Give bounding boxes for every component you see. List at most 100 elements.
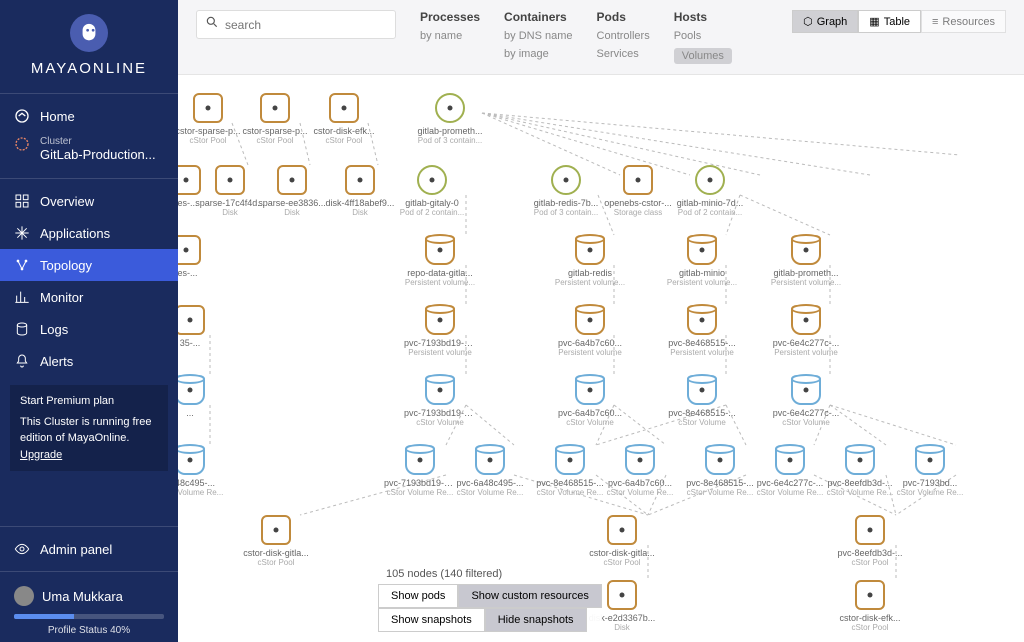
topology-node[interactable]: gitlab-prometh...Persistent volume... bbox=[770, 235, 842, 287]
filter-sub[interactable]: by name bbox=[420, 30, 480, 42]
node-subtype: Persistent volume bbox=[770, 348, 842, 357]
node-label: pvc-6e4c277c-... bbox=[770, 338, 842, 348]
nav-overview[interactable]: Overview bbox=[0, 185, 178, 217]
topology-node[interactable]: gitlab-gitaly-0Pod of 2 contain... bbox=[396, 165, 468, 217]
filter-sub[interactable]: by DNS name bbox=[504, 30, 572, 42]
topology-node[interactable]: res-... bbox=[178, 235, 222, 278]
logs-icon bbox=[14, 321, 30, 337]
topology-node[interactable]: pvc-6e4c277c-...Persistent volume bbox=[770, 305, 842, 357]
topology-node[interactable]: repo-data-gitla...Persistent volume... bbox=[404, 235, 476, 287]
topology-node[interactable]: gitlab-prometh...Pod of 3 contain... bbox=[414, 93, 486, 145]
node-subtype: Disk bbox=[324, 208, 396, 217]
filter-head[interactable]: Containers bbox=[504, 10, 572, 24]
topology-node[interactable]: pvc-8e468515-...cStor Volume Re... bbox=[684, 445, 756, 497]
nav-applications[interactable]: Applications bbox=[0, 217, 178, 249]
topology-node[interactable]: ... bbox=[178, 375, 226, 418]
topology-canvas[interactable]: cstor-sparse-p...cStor Poolcstor-sparse-… bbox=[178, 75, 1024, 642]
filter-head[interactable]: Pods bbox=[597, 10, 650, 24]
topology-node[interactable]: pvc-6a4b7c60...Persistent volume bbox=[554, 305, 626, 357]
topology-node[interactable]: gitlab-minio-7d...Pod of 2 contain... bbox=[674, 165, 746, 217]
topology-node[interactable]: pvc-6a48c495-...cStor Volume Re... bbox=[454, 445, 526, 497]
topology-node[interactable]: pvc-8e468515-...Persistent volume bbox=[666, 305, 738, 357]
topology-node[interactable]: pvc-6e4c277c-...cStor Volume bbox=[770, 375, 842, 427]
topology-node[interactable]: pvc-6e4c277c-...cStor Volume Re... bbox=[754, 445, 826, 497]
overview-icon bbox=[14, 193, 30, 209]
node-subtype: Pod of 3 contain... bbox=[530, 208, 602, 217]
topology-node[interactable]: pvc-7193bd19-3...Persistent volume bbox=[404, 305, 476, 357]
node-label: pvc-7193bd19-3... bbox=[384, 478, 456, 488]
topology-node[interactable]: gitlab-redisPersistent volume... bbox=[554, 235, 626, 287]
topology-node[interactable]: cstor-disk-gitla...cStor Pool bbox=[240, 515, 312, 567]
node-label: pvc-6e4c277c-... bbox=[770, 408, 842, 418]
topology-node[interactable]: pvc-8e468515-...cStor Volume bbox=[666, 375, 738, 427]
topology-node[interactable]: 6e48c495-...cStor Volume Re... bbox=[178, 445, 226, 497]
topology-node[interactable]: openebs-cstor-...Storage class bbox=[602, 165, 674, 217]
nav-alerts[interactable]: Alerts bbox=[0, 345, 178, 377]
node-label: cstor-sparse-p... bbox=[239, 126, 311, 136]
filter-head[interactable]: Processes bbox=[420, 10, 480, 24]
admin-panel-link[interactable]: Admin panel bbox=[0, 533, 178, 565]
view-toggle: ⬡Graph ▦Table ≡Resources bbox=[792, 10, 1006, 33]
filter-col-processes: Processes by name bbox=[420, 10, 480, 64]
filter-sub[interactable]: Volumes bbox=[674, 48, 732, 64]
upgrade-link[interactable]: Upgrade bbox=[20, 449, 62, 461]
nav-label: Overview bbox=[40, 194, 94, 209]
filter-sub[interactable]: Services bbox=[597, 48, 650, 60]
topology-node[interactable]: cstor-disk-efk...cStor Pool bbox=[308, 93, 380, 145]
node-subtype: cStor Volume Re... bbox=[534, 488, 606, 497]
node-label: repo-data-gitla... bbox=[404, 268, 476, 278]
topology-node[interactable]: pvc-8eefdb3d-...cStor Volume Re... bbox=[824, 445, 896, 497]
node-subtype: cStor Pool bbox=[834, 623, 906, 632]
topology-node[interactable]: cstor-sparse-p...cStor Pool bbox=[178, 93, 244, 145]
node-subtype: cStor Volume Re... bbox=[604, 488, 676, 497]
topology-node[interactable]: disk-4ff18abef9...Disk bbox=[324, 165, 396, 217]
node-label: pvc-7193bd19-3... bbox=[404, 408, 476, 418]
show-snapshots-button[interactable]: Show snapshots bbox=[378, 608, 485, 632]
topology-node[interactable]: pvc-6a4b7c60...cStor Volume bbox=[554, 375, 626, 427]
filter-sub[interactable]: Pools bbox=[674, 30, 732, 42]
topology-node[interactable]: gitlab-minioPersistent volume... bbox=[666, 235, 738, 287]
topology-node[interactable]: sparse-ee3836...Disk bbox=[256, 165, 328, 217]
applications-icon bbox=[14, 225, 30, 241]
filter-sub[interactable]: by image bbox=[504, 48, 572, 60]
nav-home[interactable]: Home bbox=[0, 100, 178, 132]
topology-node[interactable]: pvc-6a4b7c60...cStor Volume Re... bbox=[604, 445, 676, 497]
node-label: pvc-6e4c277c-... bbox=[754, 478, 826, 488]
hide-snapshots-button[interactable]: Hide snapshots bbox=[485, 608, 587, 632]
nav-topology[interactable]: Topology bbox=[0, 249, 178, 281]
logo-area: MAYAONLINE bbox=[0, 0, 178, 87]
topology-node[interactable]: 35-... bbox=[178, 305, 226, 348]
topology-node[interactable]: cstor-disk-gitla...cStor Pool bbox=[586, 515, 658, 567]
user-row[interactable]: Uma Mukkara bbox=[0, 578, 178, 614]
topology-node[interactable]: pvc-7193bd19-3...cStor Volume Re... bbox=[384, 445, 456, 497]
show-pods-button[interactable]: Show pods bbox=[378, 584, 458, 608]
view-table-button[interactable]: ▦Table bbox=[858, 10, 921, 33]
topology-node[interactable]: pvc-7193bd19-3...cStor Volume bbox=[404, 375, 476, 427]
search-input[interactable] bbox=[225, 18, 387, 32]
profile-status: Profile Status 40% bbox=[0, 625, 178, 642]
search-box[interactable] bbox=[196, 10, 396, 39]
cluster-label: Cluster bbox=[40, 136, 156, 147]
topology-icon bbox=[14, 257, 30, 273]
topology-node[interactable]: pvc-8eefdb3d-...cStor Pool bbox=[834, 515, 906, 567]
show-custom-resources-button[interactable]: Show custom resources bbox=[458, 584, 601, 608]
nav-logs[interactable]: Logs bbox=[0, 313, 178, 345]
topology-node[interactable]: pvc-8e468515-...cStor Volume Re... bbox=[534, 445, 606, 497]
nav-monitor[interactable]: Monitor bbox=[0, 281, 178, 313]
eye-icon bbox=[14, 541, 30, 557]
view-graph-button[interactable]: ⬡Graph bbox=[792, 10, 858, 33]
topbar: Processes by name Containers by DNS name by … bbox=[178, 0, 1024, 75]
cluster-selector[interactable]: Cluster GitLab-Production... bbox=[0, 132, 178, 172]
node-label: gitlab-redis-7b... bbox=[530, 198, 602, 208]
node-label: sparse-ee3836... bbox=[256, 198, 328, 208]
filter-head[interactable]: Hosts bbox=[674, 10, 732, 24]
topology-node[interactable]: cstor-disk-efk...cStor Pool bbox=[834, 580, 906, 632]
topology-node[interactable]: gitlab-redis-7b...Pod of 3 contain... bbox=[530, 165, 602, 217]
node-label: 35-... bbox=[178, 338, 226, 348]
alerts-icon bbox=[14, 353, 30, 369]
view-resources-button[interactable]: ≡Resources bbox=[921, 10, 1006, 33]
topology-node[interactable]: cstor-sparse-p...cStor Pool bbox=[239, 93, 311, 145]
filter-sub[interactable]: Controllers bbox=[597, 30, 650, 42]
topology-node[interactable]: pvc-7193bd...cStor Volume Re... bbox=[894, 445, 966, 497]
nav-label: Monitor bbox=[40, 290, 83, 305]
